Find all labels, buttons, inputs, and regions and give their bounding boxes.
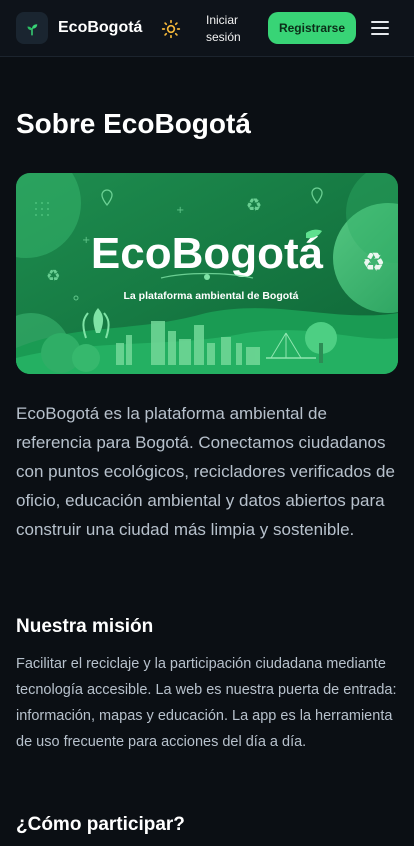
hamburger-icon[interactable] [370, 19, 390, 37]
hero-heading: EcoBogotá [91, 229, 324, 278]
svg-text:+: + [82, 235, 90, 246]
brand-name[interactable]: EcoBogotá [58, 19, 142, 37]
hero-banner: ♻ ♻ ♻ + + EcoBogotá La plataforma ambien… [16, 173, 398, 374]
login-link[interactable]: Iniciar sesión [206, 12, 258, 46]
register-button[interactable]: Registrarse [268, 12, 356, 44]
sprout-icon[interactable] [16, 12, 48, 44]
intro-paragraph: EcoBogotá es la plataforma ambiental de … [16, 404, 395, 539]
sun-icon[interactable] [160, 18, 182, 40]
about-page: EcoBogotá Iniciar sesión Registrarse Sob… [0, 0, 414, 846]
mission-heading: Nuestra misión [16, 616, 154, 637]
page-title: Sobre EcoBogotá [16, 108, 251, 139]
top-navbar: EcoBogotá Iniciar sesión Registrarse [0, 0, 414, 57]
svg-text:+: + [176, 205, 184, 216]
svg-text:♻: ♻ [46, 266, 60, 285]
svg-text:♻: ♻ [246, 195, 262, 216]
participate-heading: ¿Cómo participar? [16, 814, 185, 835]
hero-tagline: La plataforma ambiental de Bogotá [123, 290, 298, 302]
svg-text:♻: ♻ [362, 248, 385, 278]
mission-paragraph: Facilitar el reciclaje y la participació… [16, 656, 397, 750]
